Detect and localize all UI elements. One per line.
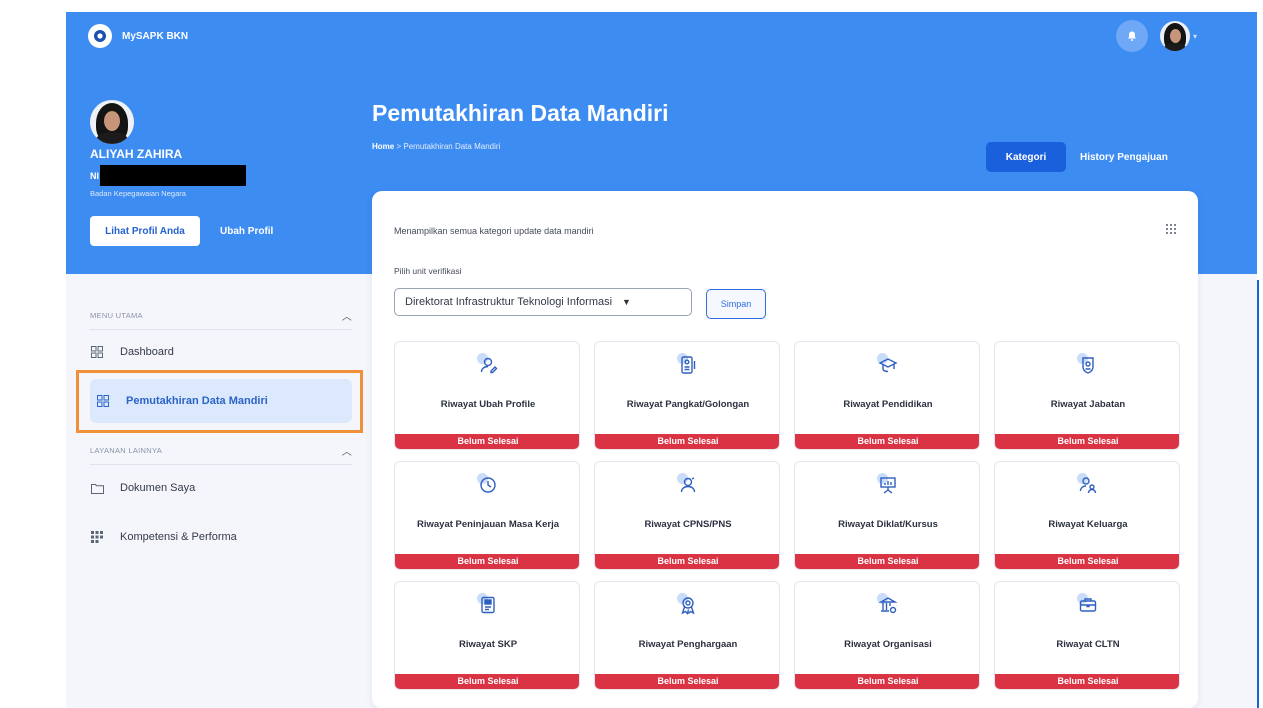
tile-riwayat-cpns[interactable]: Riwayat CPNS/PNS Belum Selesai [594,461,780,570]
tile-title: Riwayat Pangkat/Golongan [626,399,750,410]
grid-view-icon[interactable] [1166,224,1176,234]
sidebar-item-label: Dokumen Saya [120,482,196,494]
tile-title: Riwayat Pendidikan [843,399,933,410]
breadcrumb: Home > Pemutakhiran Data Mandiri [372,142,500,151]
profile-nip: NI [90,165,246,186]
tile-riwayat-pangkat[interactable]: Riwayat Pangkat/Golongan Belum Selesai [594,341,780,450]
app-window: MySAPK BKN ▾ ALIYAH ZAHIRA NI Badan Kepe… [66,12,1257,708]
brand-logo-icon [88,24,112,48]
status-badge: Belum Selesai [595,434,779,449]
tile-title: Riwayat Jabatan [1050,399,1126,410]
breadcrumb-home[interactable]: Home [372,142,394,151]
sidebar-item-kompetensi[interactable]: Kompetensi & Performa [90,515,352,559]
highlight-box [76,370,363,433]
profile-avatar [90,100,134,144]
sidebar-item-dokumen[interactable]: Dokumen Saya [90,466,352,510]
dashboard-icon [90,345,104,359]
status-badge: Belum Selesai [595,674,779,689]
card-description: Menampilkan semua kategori update data m… [394,226,594,236]
profile-edit-icon [475,352,501,378]
tile-title: Riwayat Diklat/Kursus [838,519,938,530]
profile-org: Badan Kepegawaian Negara [90,189,186,198]
category-card: Menampilkan semua kategori update data m… [372,191,1198,708]
tile-riwayat-organisasi[interactable]: Riwayat Organisasi Belum Selesai [794,581,980,690]
tab-history[interactable]: History Pengajuan [1080,142,1168,172]
document-icon [475,592,501,618]
unit-label: Pilih unit verifikasi [394,266,462,276]
profile-nip-prefix: NI [90,170,99,181]
tile-riwayat-diklat[interactable]: Riwayat Diklat/Kursus Belum Selesai [794,461,980,570]
unit-select-value: Direktorat Infrastruktur Teknologi Infor… [405,296,613,308]
menu-section-main-label: MENU UTAMA [90,311,143,320]
page-title: Pemutakhiran Data Mandiri [372,100,669,126]
id-card-icon [675,352,701,378]
sidebar-item-dashboard[interactable]: Dashboard [90,330,352,374]
status-badge: Belum Selesai [995,434,1179,449]
tile-title: Riwayat CLTN [1056,639,1120,650]
edit-profile-button[interactable]: Ubah Profil [212,216,281,246]
folder-icon [90,481,104,495]
building-gear-icon [875,592,901,618]
apps-grid-icon [90,530,104,544]
top-strip [0,0,1263,12]
tab-kategori[interactable]: Kategori [986,142,1066,172]
sidebar-item-label: Kompetensi & Performa [120,531,237,543]
profile-name: ALIYAH ZAHIRA [90,147,183,161]
status-badge: Belum Selesai [395,674,579,689]
tile-title: Riwayat SKP [458,639,518,650]
status-badge: Belum Selesai [395,434,579,449]
status-badge: Belum Selesai [995,674,1179,689]
breadcrumb-current: Pemutakhiran Data Mandiri [403,142,501,151]
status-badge: Belum Selesai [995,554,1179,569]
window-edge [1257,280,1259,708]
badge-icon [1075,352,1101,378]
tile-title: Riwayat Keluarga [1048,519,1128,530]
tile-riwayat-keluarga[interactable]: Riwayat Keluarga Belum Selesai [994,461,1180,570]
chevron-up-icon[interactable]: ︿ [342,308,352,323]
chevron-up-icon[interactable]: ︿ [342,443,352,458]
notification-bell-icon[interactable] [1115,20,1148,52]
tile-riwayat-penghargaan[interactable]: Riwayat Penghargaan Belum Selesai [594,581,780,690]
status-badge: Belum Selesai [795,554,979,569]
save-button[interactable]: Simpan [706,289,766,319]
tile-riwayat-ubah-profile[interactable]: Riwayat Ubah Profile Belum Selesai [394,341,580,450]
redacted-nip [100,165,246,186]
menu-section-other[interactable]: LAYANAN LAINNYA ︿ [90,443,352,465]
nav-right: ▾ [1115,20,1197,52]
tile-title: Riwayat Ubah Profile [440,399,536,410]
tile-title: Riwayat Penghargaan [638,639,738,650]
tile-riwayat-jabatan[interactable]: Riwayat Jabatan Belum Selesai [994,341,1180,450]
tile-riwayat-pendidikan[interactable]: Riwayat Pendidikan Belum Selesai [794,341,980,450]
tile-riwayat-cltn[interactable]: Riwayat CLTN Belum Selesai [994,581,1180,690]
status-badge: Belum Selesai [795,434,979,449]
family-icon [1075,472,1101,498]
person-icon [675,472,701,498]
award-ribbon-icon [675,592,701,618]
briefcase-icon [1075,592,1101,618]
unit-select[interactable]: Direktorat Infrastruktur Teknologi Infor… [394,288,692,316]
clock-icon [475,472,501,498]
status-badge: Belum Selesai [595,554,779,569]
menu-section-main[interactable]: MENU UTAMA ︿ [90,308,352,330]
chevron-down-icon[interactable]: ▾ [1193,32,1197,41]
brand[interactable]: MySAPK BKN [88,24,188,48]
status-badge: Belum Selesai [395,554,579,569]
brand-name: MySAPK BKN [122,30,189,42]
chevron-down-icon: ▼ [622,297,631,307]
status-badge: Belum Selesai [795,674,979,689]
tile-riwayat-skp[interactable]: Riwayat SKP Belum Selesai [394,581,580,690]
breadcrumb-separator: > [396,142,402,151]
tile-title: Riwayat Organisasi [844,639,932,650]
view-profile-button[interactable]: Lihat Profil Anda [90,216,200,246]
tile-title: Riwayat Peninjauan Masa Kerja [416,519,560,530]
graduation-cap-icon [875,352,901,378]
tile-riwayat-peninjauan[interactable]: Riwayat Peninjauan Masa Kerja Belum Sele… [394,461,580,570]
menu-section-other-label: LAYANAN LAINNYA [90,446,163,455]
sidebar-item-label: Dashboard [120,346,174,358]
user-avatar[interactable] [1159,21,1190,51]
tile-title: Riwayat CPNS/PNS [644,519,732,530]
presentation-board-icon [875,472,901,498]
